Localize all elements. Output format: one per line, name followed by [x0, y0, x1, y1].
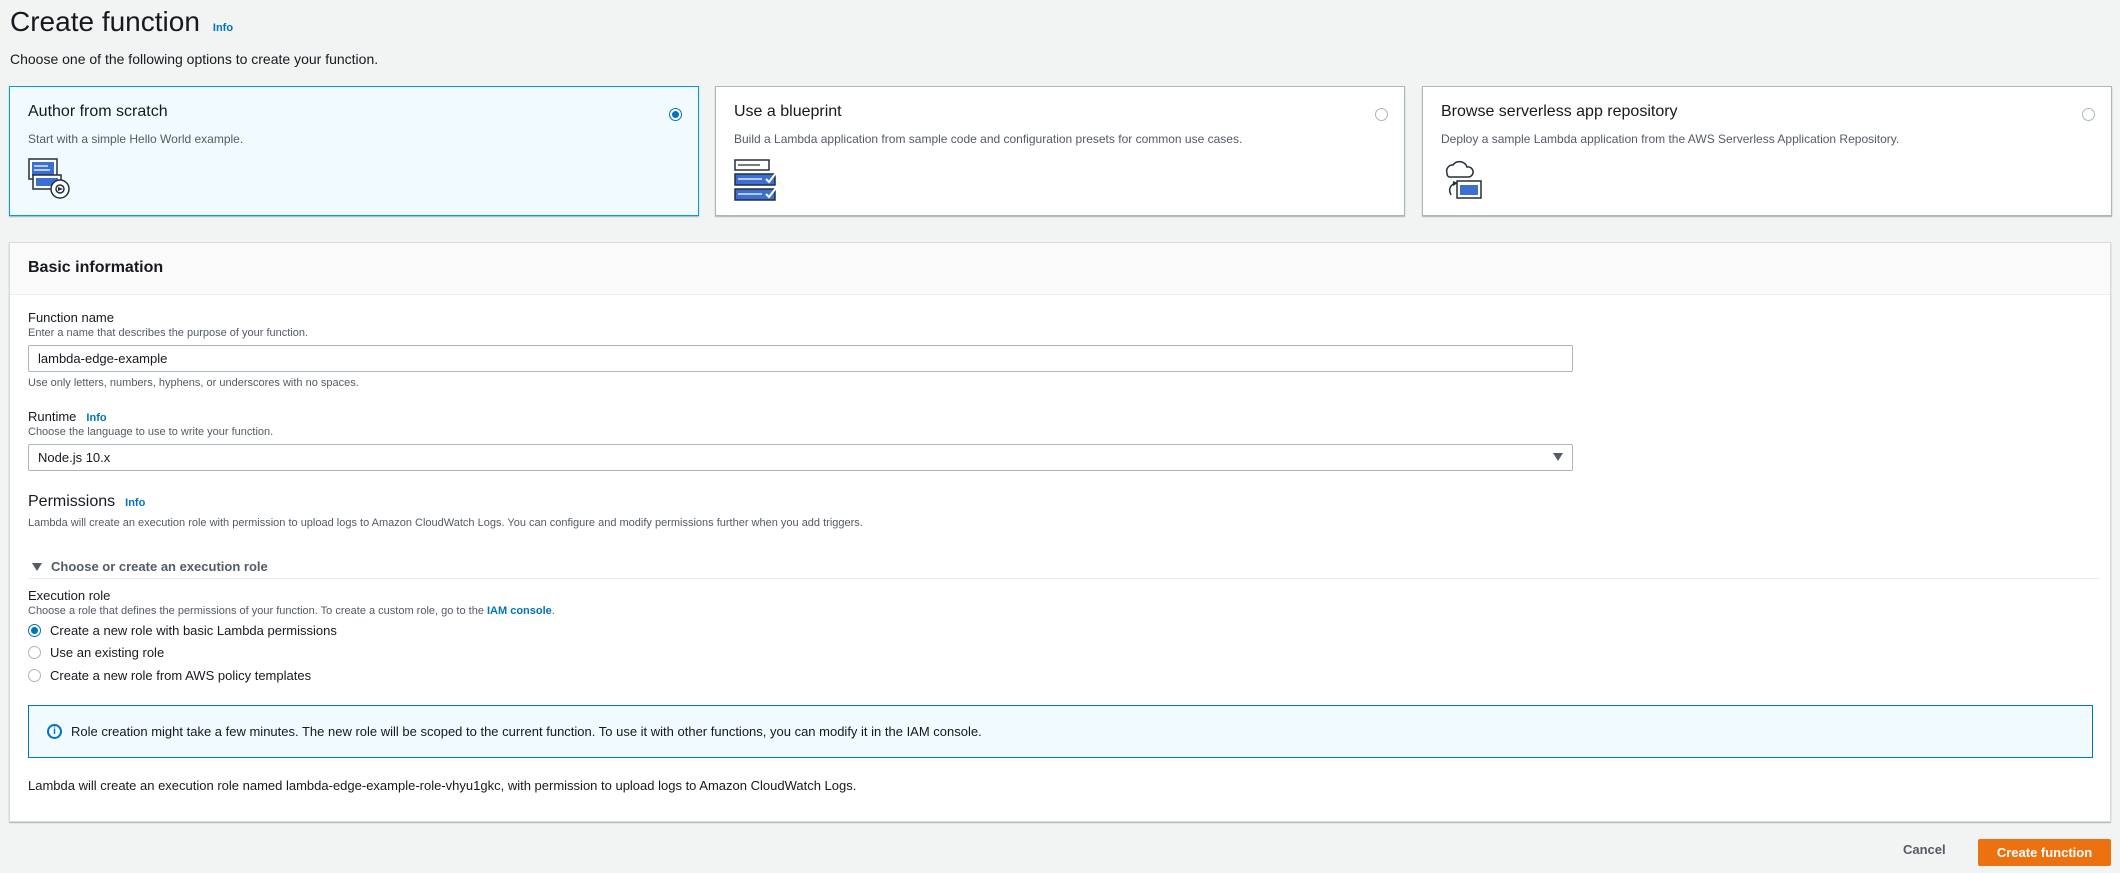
radio-button[interactable] — [28, 646, 41, 659]
author-scratch-icon — [28, 158, 70, 199]
expander-label: Choose or create an execution role — [51, 559, 268, 574]
basic-information-panel: Basic information Function name Enter a … — [9, 242, 2111, 822]
option-description: Build a Lambda application from sample c… — [734, 132, 1243, 146]
execution-role-desc-end: . — [551, 605, 555, 617]
info-icon: i — [47, 724, 62, 739]
execution-role-label: Execution role — [28, 588, 111, 603]
execution-role-desc-text: Choose a role that defines the permissio… — [28, 605, 487, 617]
blueprint-icon — [734, 159, 777, 201]
option-radio[interactable] — [1375, 108, 1388, 121]
runtime-info-link[interactable]: Info — [86, 412, 106, 424]
radio-label: Create a new role from AWS policy templa… — [50, 668, 312, 683]
option-title: Browse serverless app repository — [1441, 103, 1678, 120]
info-alert: i Role creation might take a few minutes… — [28, 705, 2093, 758]
option-radio[interactable] — [669, 108, 682, 121]
page-title: Create function — [10, 6, 200, 37]
radio-create-new-role[interactable]: Create a new role with basic Lambda perm… — [28, 623, 337, 638]
execution-role-expander[interactable]: Choose or create an execution role — [32, 559, 268, 574]
radio-use-existing-role[interactable]: Use an existing role — [28, 645, 164, 660]
page-subtitle: Choose one of the following options to c… — [10, 51, 379, 67]
permissions-info-link[interactable]: Info — [125, 497, 145, 509]
role-note: Lambda will create an execution role nam… — [28, 778, 857, 793]
cancel-button[interactable]: Cancel — [1893, 836, 1956, 863]
option-author-from-scratch[interactable]: Author from scratch Start with a simple … — [9, 86, 699, 216]
divider — [28, 578, 2100, 579]
runtime-description: Choose the language to use to write your… — [28, 426, 274, 438]
alert-text: Role creation might take a few minutes. … — [71, 724, 982, 739]
create-function-page: Create function Info Choose one of the f… — [0, 0, 2120, 873]
runtime-select[interactable]: Node.js 10.x — [28, 444, 1573, 471]
option-use-blueprint[interactable]: Use a blueprint Build a Lambda applicati… — [715, 86, 1405, 216]
radio-button[interactable] — [28, 624, 41, 637]
permissions-description: Lambda will create an execution role wit… — [28, 517, 863, 529]
page-header: Create function Info — [10, 6, 233, 38]
permissions-title-row: Permissions Info — [28, 493, 145, 511]
function-name-description: Enter a name that describes the purpose … — [28, 327, 309, 339]
option-radio[interactable] — [2082, 108, 2095, 121]
radio-label: Use an existing role — [50, 645, 165, 660]
panel-header: Basic information — [10, 243, 2110, 295]
caret-down-icon — [32, 562, 42, 571]
option-description: Deploy a sample Lambda application from … — [1441, 132, 1900, 146]
option-serverless-repo[interactable]: Browse serverless app repository Deploy … — [1422, 86, 2112, 216]
title-info-link[interactable]: Info — [213, 22, 233, 34]
option-title: Author from scratch — [28, 103, 168, 120]
permissions-title: Permissions — [28, 493, 116, 510]
runtime-selected-value: Node.js 10.x — [38, 450, 111, 465]
serverless-repo-icon — [1445, 161, 1482, 199]
radio-label: Create a new role with basic Lambda perm… — [50, 623, 337, 638]
runtime-label-row: Runtime Info — [28, 409, 107, 424]
function-name-input[interactable] — [28, 345, 1573, 372]
radio-button[interactable] — [28, 669, 41, 682]
runtime-label: Runtime — [28, 409, 77, 424]
function-name-label: Function name — [28, 310, 114, 325]
option-title: Use a blueprint — [734, 103, 842, 120]
option-description: Start with a simple Hello World example. — [28, 132, 244, 146]
execution-role-description: Choose a role that defines the permissio… — [28, 605, 555, 617]
radio-policy-templates[interactable]: Create a new role from AWS policy templa… — [28, 668, 311, 683]
caret-down-icon — [1553, 453, 1563, 461]
panel-title: Basic information — [28, 259, 164, 276]
function-name-constraint: Use only letters, numbers, hyphens, or u… — [28, 377, 359, 389]
iam-console-link[interactable]: IAM console — [487, 605, 552, 617]
create-function-button[interactable]: Create function — [1978, 839, 2111, 866]
